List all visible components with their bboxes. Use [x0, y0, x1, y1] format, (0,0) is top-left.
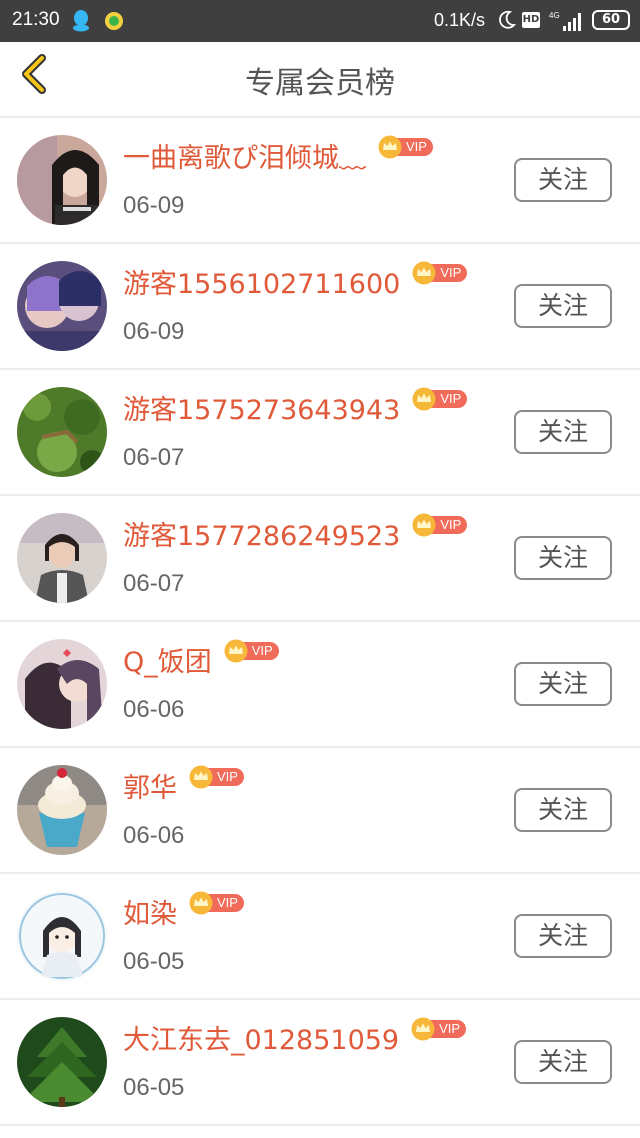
vip-badge: VIP	[224, 639, 282, 663]
vip-badge: VIP	[411, 1017, 469, 1041]
app-icon	[105, 12, 123, 30]
join-date: 06-07	[123, 570, 185, 597]
user-name: 游客1556102711600	[123, 269, 401, 300]
name-row: 郭华 VIP	[123, 765, 247, 805]
name-row: Q_饭团 VIP	[123, 639, 282, 679]
hd-icon: HD	[522, 12, 540, 28]
user-name: 游客1575273643943	[123, 395, 401, 426]
vip-badge: VIP	[189, 891, 247, 915]
list-item[interactable]: Q_饭团 VIP 06-06 关注	[0, 622, 640, 748]
list-item[interactable]: 游客1577286249523 VIP 06-07 关注	[0, 496, 640, 622]
crown-icon	[411, 1017, 435, 1040]
avatar[interactable]	[17, 639, 107, 729]
follow-button[interactable]: 关注	[514, 662, 612, 706]
avatar[interactable]	[17, 1017, 107, 1107]
page-title: 专属会员榜	[245, 66, 395, 101]
name-row: 一曲离歌ぴ泪倾城﹏ VIP	[123, 135, 436, 175]
avatar[interactable]	[17, 513, 107, 603]
list-item[interactable]: 游客1556102711600 VIP 06-09 关注	[0, 244, 640, 370]
status-bar: 21:30 0.1K/s HD 4G 60	[0, 0, 640, 42]
crown-icon	[378, 135, 402, 158]
follow-button[interactable]: 关注	[514, 1040, 612, 1084]
crown-icon	[189, 765, 213, 788]
qq-icon	[73, 10, 89, 32]
follow-button[interactable]: 关注	[514, 410, 612, 454]
follow-button[interactable]: 关注	[514, 788, 612, 832]
network-label: 4G	[549, 11, 560, 20]
vip-badge: VIP	[189, 765, 247, 789]
crown-icon	[412, 513, 436, 536]
join-date: 06-09	[123, 318, 185, 345]
avatar[interactable]	[17, 261, 107, 351]
follow-button[interactable]: 关注	[514, 284, 612, 328]
user-name: 如染	[123, 899, 177, 930]
follow-button[interactable]: 关注	[514, 536, 612, 580]
crown-icon	[412, 261, 436, 284]
list-item[interactable]: 如染 VIP 06-05 关注	[0, 874, 640, 1000]
join-date: 06-05	[123, 1074, 185, 1101]
name-row: 大江东去_012851059 VIP	[123, 1017, 469, 1057]
list-item[interactable]: 游客1575273643943 VIP 06-07 关注	[0, 370, 640, 496]
crown-icon	[224, 639, 248, 662]
avatar[interactable]	[17, 387, 107, 477]
user-name: 大江东去_012851059	[123, 1025, 400, 1056]
follow-button[interactable]: 关注	[514, 158, 612, 202]
vip-badge: VIP	[412, 261, 470, 285]
user-name: Q_饭团	[123, 647, 212, 678]
battery-icon: 60	[592, 10, 630, 30]
avatar[interactable]	[17, 891, 107, 981]
list-item[interactable]: 大江东去_012851059 VIP 06-05 关注	[0, 1000, 640, 1126]
join-date: 06-06	[123, 696, 185, 723]
user-name: 一曲离歌ぴ泪倾城﹏	[123, 143, 366, 174]
list-item[interactable]: 郭华 VIP 06-06 关注	[0, 748, 640, 874]
list-item[interactable]: 一曲离歌ぴ泪倾城﹏ VIP 06-09 关注	[0, 118, 640, 244]
status-time: 21:30	[12, 9, 60, 30]
name-row: 游客1577286249523 VIP	[123, 513, 470, 553]
join-date: 06-05	[123, 948, 185, 975]
avatar[interactable]	[17, 765, 107, 855]
vip-badge: VIP	[412, 387, 470, 411]
user-name: 郭华	[123, 773, 177, 804]
join-date: 06-06	[123, 822, 185, 849]
signal-icon: 4G	[549, 11, 581, 31]
vip-badge: VIP	[412, 513, 470, 537]
crown-icon	[189, 891, 213, 914]
vip-badge: VIP	[378, 135, 436, 159]
name-row: 如染 VIP	[123, 891, 247, 931]
join-date: 06-07	[123, 444, 185, 471]
crown-icon	[412, 387, 436, 410]
user-name: 游客1577286249523	[123, 521, 401, 552]
moon-icon	[499, 10, 516, 29]
net-speed: 0.1K/s	[434, 10, 486, 30]
follow-button[interactable]: 关注	[514, 914, 612, 958]
member-list: 一曲离歌ぴ泪倾城﹏ VIP 06-09 关注 游客1556102711600 V…	[0, 118, 640, 1126]
name-row: 游客1575273643943 VIP	[123, 387, 470, 427]
name-row: 游客1556102711600 VIP	[123, 261, 470, 301]
join-date: 06-09	[123, 192, 185, 219]
avatar[interactable]	[17, 135, 107, 225]
title-bar: 专属会员榜	[0, 42, 640, 118]
